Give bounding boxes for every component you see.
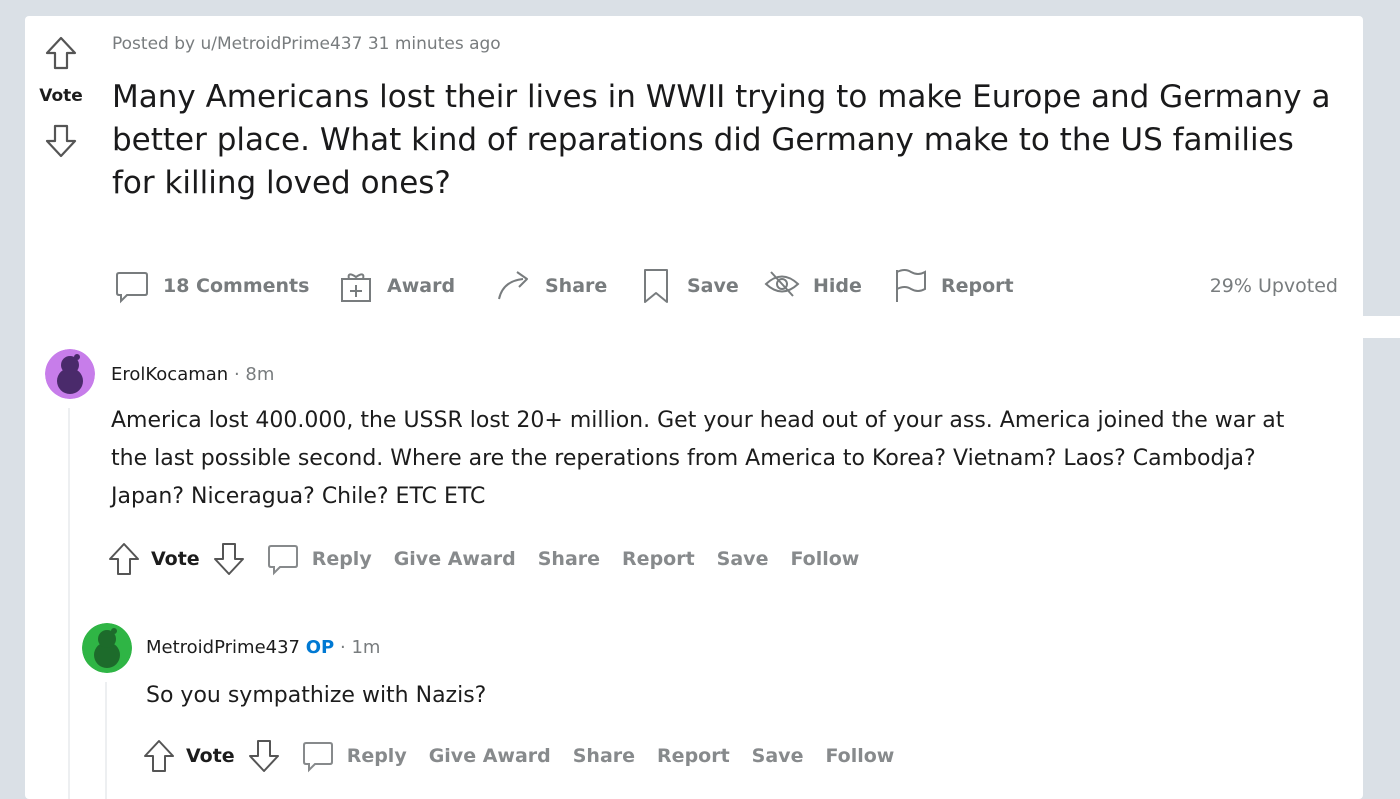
reply-button[interactable]: Reply xyxy=(312,548,372,570)
gift-icon xyxy=(337,267,375,305)
bookmark-icon xyxy=(637,267,675,305)
share-button[interactable]: Share xyxy=(538,548,600,570)
report-button[interactable]: Report xyxy=(891,266,1014,306)
report-button[interactable]: Report xyxy=(657,745,730,767)
upvote-ratio: 29% Upvoted xyxy=(1209,275,1338,297)
comment-meta: MetroidPrime437 OP · 1m xyxy=(146,637,380,658)
comment-action-bar: Vote Reply Give Award Share Report Save … xyxy=(142,736,894,776)
follow-button[interactable]: Follow xyxy=(790,548,859,570)
post-title[interactable]: Many Americans lost their lives in WWII … xyxy=(112,76,1342,205)
op-badge: OP xyxy=(305,637,335,658)
post-card: Vote Posted by u/MetroidPrime437 31 minu… xyxy=(25,16,1363,799)
reply-icon[interactable] xyxy=(301,738,335,774)
comment-age: 1m xyxy=(351,637,381,658)
share-button[interactable]: Share xyxy=(495,266,607,306)
flag-icon xyxy=(891,267,929,305)
reply-icon[interactable] xyxy=(266,541,300,577)
meta-separator: · xyxy=(233,364,240,385)
share-arrow-icon xyxy=(495,267,533,305)
award-button[interactable]: Award xyxy=(337,266,455,306)
save-button[interactable]: Save xyxy=(752,745,804,767)
post-action-bar: 18 Comments Award Share Save Hide Report… xyxy=(113,266,1338,306)
comment-body: America lost 400.000, the USSR lost 20+ … xyxy=(111,408,1285,509)
comment-author[interactable]: MetroidPrime437 xyxy=(146,637,300,658)
comment-author[interactable]: ErolKocaman xyxy=(111,364,228,385)
right-gutter xyxy=(1363,316,1400,338)
post-vote-label: Vote xyxy=(39,86,83,106)
share-label: Share xyxy=(545,275,608,297)
give-award-button[interactable]: Give Award xyxy=(394,548,516,570)
post-byline: Posted by u/MetroidPrime437 31 minutes a… xyxy=(112,34,501,54)
report-label: Report xyxy=(941,275,1014,297)
eye-slash-icon xyxy=(763,267,801,305)
upvote-arrow-icon[interactable] xyxy=(45,36,77,70)
upvote-arrow-icon[interactable] xyxy=(142,738,176,774)
thread-line[interactable] xyxy=(105,682,107,799)
downvote-arrow-icon[interactable] xyxy=(212,541,246,577)
comment-vote-label: Vote xyxy=(186,745,235,767)
give-award-button[interactable]: Give Award xyxy=(429,745,551,767)
comment-vote-label: Vote xyxy=(151,548,200,570)
follow-button[interactable]: Follow xyxy=(825,745,894,767)
report-button[interactable]: Report xyxy=(622,548,695,570)
comment-age: 8m xyxy=(245,364,275,385)
hide-label: Hide xyxy=(813,275,862,297)
comment-body: So you sympathize with Nazis? xyxy=(146,683,487,708)
comment-meta: ErolKocaman · 8m xyxy=(111,364,274,385)
upvote-arrow-icon[interactable] xyxy=(107,541,141,577)
comment-icon xyxy=(113,267,151,305)
avatar[interactable] xyxy=(82,623,132,673)
share-button[interactable]: Share xyxy=(573,745,635,767)
award-label: Award xyxy=(387,275,456,297)
avatar[interactable] xyxy=(45,349,95,399)
comments-label: 18 Comments xyxy=(163,275,310,297)
save-label: Save xyxy=(687,275,739,297)
meta-separator: · xyxy=(339,637,346,658)
downvote-arrow-icon[interactable] xyxy=(247,738,281,774)
reply-button[interactable]: Reply xyxy=(347,745,407,767)
thread-line[interactable] xyxy=(68,408,70,799)
downvote-arrow-icon[interactable] xyxy=(45,124,77,158)
comments-button[interactable]: 18 Comments xyxy=(113,266,309,306)
save-button[interactable]: Save xyxy=(717,548,769,570)
hide-button[interactable]: Hide xyxy=(763,266,862,306)
comment-action-bar: Vote Reply Give Award Share Report Save … xyxy=(107,539,859,579)
save-button[interactable]: Save xyxy=(637,266,739,306)
